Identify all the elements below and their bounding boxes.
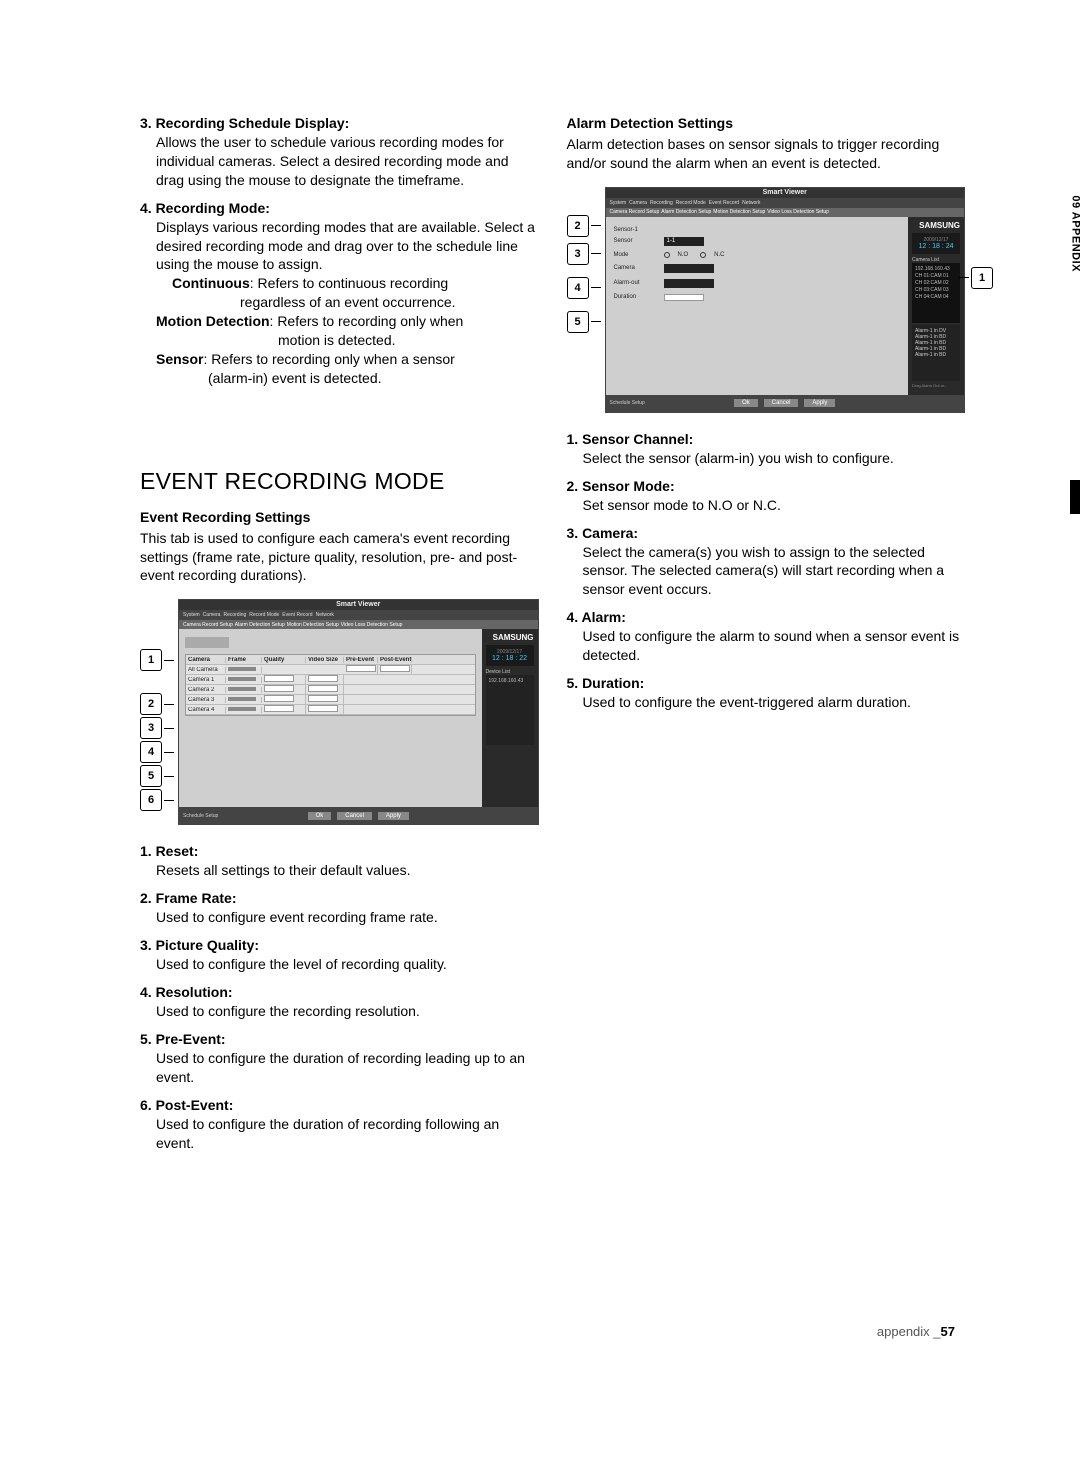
item-title: 4. Recording Mode: <box>140 200 539 216</box>
callout-1-right: 1 <box>959 267 993 289</box>
list-item-frame-rate: 2. Frame Rate: Used to configure event r… <box>140 890 539 927</box>
recording-mode-item: 4. Recording Mode: Displays various reco… <box>140 200 539 388</box>
page-content: 3. Recording Schedule Display: Allows th… <box>0 0 1080 1162</box>
recording-schedule-item: 3. Recording Schedule Display: Allows th… <box>140 115 539 190</box>
left-column: 3. Recording Schedule Display: Allows th… <box>140 115 539 1162</box>
sub-tabs: Camera Record SetupAlarm Detection Setup… <box>179 620 538 629</box>
alarm-detection-title: Alarm Detection Settings <box>567 115 966 131</box>
list-item-picture-quality: 3. Picture Quality: Used to configure th… <box>140 937 539 974</box>
figure-callout-numbers: 2 3 4 5 <box>567 187 601 333</box>
event-recording-settings-body: This tab is used to configure each camer… <box>140 529 539 586</box>
callout-2: 2 <box>567 215 589 237</box>
window-title: Smart Viewer <box>179 600 538 610</box>
motion-detection-label: Motion Detection <box>156 313 270 329</box>
item-body: Allows the user to schedule various reco… <box>140 133 539 190</box>
side-panel: SAMSUNG 2009/12/17 12 : 18 : 24 Camera L… <box>908 217 964 395</box>
list-item-sensor-channel: 1. Sensor Channel: Select the sensor (al… <box>567 431 966 468</box>
item-title: 3. Recording Schedule Display: <box>140 115 539 131</box>
sub-tabs: Camera Record SetupAlarm Detection Setup… <box>606 208 965 217</box>
window-title: Smart Viewer <box>606 188 965 198</box>
callout-5: 5 <box>140 765 162 787</box>
list-item-resolution: 4. Resolution: Used to configure the rec… <box>140 984 539 1021</box>
alarm-detection-body: Alarm detection bases on sensor signals … <box>567 135 966 173</box>
callout-1: 1 <box>140 649 162 671</box>
right-column: Alarm Detection Settings Alarm detection… <box>567 115 966 1162</box>
continuous-label: Continuous <box>172 275 250 291</box>
main-tabs: SystemCameraRecordingRecord ModeEvent Re… <box>179 610 538 620</box>
alarm-detection-figure: 2 3 4 5 Smart Viewer SystemCameraRecordi… <box>567 187 966 413</box>
event-recording-settings-title: Event Recording Settings <box>140 509 539 525</box>
callout-5: 5 <box>567 311 589 333</box>
side-black-bar <box>1070 480 1080 514</box>
list-item-post-event: 6. Post-Event: Used to configure the dur… <box>140 1097 539 1153</box>
side-panel: SAMSUNG 2009/12/17 12 : 18 : 22 Device L… <box>482 629 538 807</box>
list-item-pre-event: 5. Pre-Event: Used to configure the dura… <box>140 1031 539 1087</box>
dialog-buttons: Schedule Setup Ok Cancel Apply <box>179 807 538 824</box>
main-tabs: SystemCameraRecordingRecord ModeEvent Re… <box>606 198 965 208</box>
page-footer: appendix _57 <box>877 1324 955 1339</box>
event-recording-heading: EVENT RECORDING MODE <box>140 468 539 495</box>
list-item-sensor-mode: 2. Sensor Mode: Set sensor mode to N.O o… <box>567 478 966 515</box>
callout-4: 4 <box>567 277 589 299</box>
sensor-label: Sensor <box>156 351 203 367</box>
item-body: Displays various recording modes that ar… <box>140 218 539 388</box>
callout-6: 6 <box>140 789 162 811</box>
list-item-reset: 1. Reset: Resets all settings to their d… <box>140 843 539 880</box>
smart-viewer-screenshot-2: Smart Viewer SystemCameraRecordingRecord… <box>605 187 966 413</box>
callout-2: 2 <box>140 693 162 715</box>
callout-4: 4 <box>140 741 162 763</box>
callout-3: 3 <box>567 243 589 265</box>
list-item-camera: 3. Camera: Select the camera(s) you wish… <box>567 525 966 600</box>
figure-callout-numbers: 1 2 3 4 5 6 <box>140 599 174 811</box>
smart-viewer-screenshot-1: Smart Viewer SystemCameraRecordingRecord… <box>178 599 539 825</box>
list-item-duration: 5. Duration: Used to configure the event… <box>567 675 966 712</box>
appendix-side-tab: 09 APPENDIX <box>1066 187 1080 280</box>
list-item-alarm: 4. Alarm: Used to configure the alarm to… <box>567 609 966 665</box>
refresh-button <box>185 637 229 648</box>
camera-table: Camera Frame Quality Video Size Pre-Even… <box>185 654 476 716</box>
callout-3: 3 <box>140 717 162 739</box>
event-recording-figure: 1 2 3 4 5 6 Smart Viewer SystemCameraRec… <box>140 599 539 825</box>
dialog-buttons: Schedule Setup Ok Cancel Apply <box>606 395 965 412</box>
